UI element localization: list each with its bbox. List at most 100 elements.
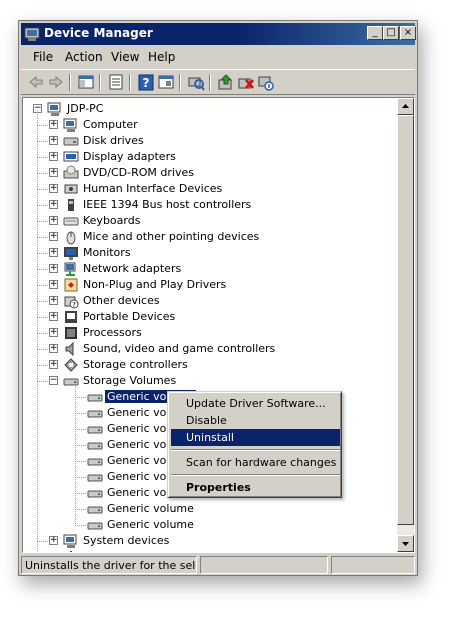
menu-file[interactable]: File: [33, 50, 53, 64]
hid-icon: [63, 181, 79, 197]
tree-connector-line: [37, 301, 49, 302]
tree-category-item[interactable]: + Human Interface Devices: [37, 181, 389, 197]
toolbar-separator: [179, 74, 181, 91]
expand-icon[interactable]: +: [49, 120, 58, 129]
minimize-button[interactable]: _: [367, 26, 383, 40]
update-driver-menu-item[interactable]: Update Driver Software...: [171, 395, 340, 412]
tree-connector-line: [75, 477, 87, 478]
scan-hardware-menu-item[interactable]: Scan for hardware changes: [171, 454, 340, 471]
processor-icon: [63, 325, 79, 341]
tree-category-item[interactable]: + System devices: [37, 533, 389, 549]
tree-connector-line: [37, 205, 49, 206]
tree-connector-line: [75, 397, 87, 398]
status-pane: [331, 556, 415, 574]
maximize-button[interactable]: □: [383, 26, 399, 40]
tree-category-item[interactable]: + Display adapters: [37, 149, 389, 165]
tree-category-item[interactable]: + Monitors: [37, 245, 389, 261]
generic-volume-item[interactable]: Generic volume: [75, 517, 398, 533]
view-icon[interactable]: [157, 74, 175, 91]
expand-icon[interactable]: +: [49, 264, 58, 273]
tree-item-label: Human Interface Devices: [83, 182, 223, 195]
uninstall-menu-item[interactable]: Uninstall: [171, 429, 340, 446]
expand-icon[interactable]: +: [49, 312, 58, 321]
tree-category-item[interactable]: + Network adapters: [37, 261, 389, 277]
forward-arrow-icon[interactable]: [47, 74, 65, 91]
expand-icon[interactable]: +: [49, 536, 58, 545]
tree-item-label: Monitors: [83, 246, 131, 259]
tree-category-item[interactable]: + Computer: [37, 117, 389, 133]
tree-connector-line: [37, 173, 49, 174]
tree-category-item[interactable]: + DVD/CD-ROM drives: [37, 165, 389, 181]
tree-item-label: Computer: [83, 118, 138, 131]
title-bar[interactable]: Device Manager _ □ ×: [21, 23, 416, 45]
properties-menu-item[interactable]: Properties: [171, 479, 340, 496]
tree-category-item[interactable]: +? Other devices: [37, 293, 389, 309]
non-pnp-driver-icon: [63, 277, 79, 293]
expand-icon[interactable]: +: [49, 344, 58, 353]
expand-icon[interactable]: +: [49, 216, 58, 225]
sound-icon: [63, 341, 79, 357]
tree-connector-line: [75, 429, 87, 430]
expand-icon[interactable]: +: [49, 328, 58, 337]
tree-category-item[interactable]: +Universal Serial Bus controllers: [49, 549, 389, 552]
scan-hardware-changes-icon[interactable]: [187, 74, 205, 91]
tree-category-item[interactable]: + Processors: [37, 325, 389, 341]
keyboard-icon: [63, 213, 79, 229]
tree-category-item[interactable]: + IEEE 1394 Bus host controllers: [37, 197, 389, 213]
tree-item-label: DVD/CD-ROM drives: [83, 166, 194, 179]
expand-icon[interactable]: +: [49, 200, 58, 209]
expand-icon[interactable]: +: [49, 296, 58, 305]
menu-help[interactable]: Help: [148, 50, 175, 64]
expand-icon[interactable]: +: [49, 168, 58, 177]
update-driver-icon[interactable]: [217, 74, 235, 91]
generic-volume-icon: [87, 501, 103, 517]
context-menu: Update Driver Software... Disable Uninst…: [167, 391, 342, 498]
tree-category-item[interactable]: + Portable Devices: [37, 309, 389, 325]
scroll-up-button[interactable]: [397, 98, 414, 115]
vertical-scrollbar[interactable]: [397, 98, 414, 552]
tree-connector-line: [75, 493, 87, 494]
tree-item-label: Processors: [83, 326, 142, 339]
tree-connector-line: [37, 189, 49, 190]
tree-category-item[interactable]: + Mice and other pointing devices: [37, 229, 389, 245]
uninstall-icon[interactable]: [237, 74, 255, 91]
status-text: Uninstalls the driver for the selected: [21, 556, 197, 574]
tree-category-item[interactable]: − Storage Volumes: [37, 373, 389, 389]
toolbar-separator: [129, 74, 131, 91]
expand-icon[interactable]: +: [49, 232, 58, 241]
disable-menu-item[interactable]: Disable: [171, 412, 340, 429]
tree-item-label: Portable Devices: [83, 310, 176, 323]
tree-category-item[interactable]: + Sound, video and game controllers: [37, 341, 389, 357]
show-hide-console-tree-icon[interactable]: [77, 74, 95, 91]
close-button[interactable]: ×: [400, 26, 416, 40]
tree-category-item[interactable]: + Storage controllers: [37, 357, 389, 373]
generic-volume-item[interactable]: Generic volume: [75, 501, 398, 517]
tree-connector-line: [75, 509, 87, 510]
menu-view[interactable]: View: [111, 50, 139, 64]
menu-separator: [171, 449, 340, 451]
collapse-icon[interactable]: −: [49, 376, 58, 385]
help-icon[interactable]: ?: [137, 74, 155, 91]
storage-volume-icon: [63, 373, 79, 389]
tree-connector-line: [75, 445, 87, 446]
expand-icon[interactable]: +: [49, 136, 58, 145]
tree-connector-line: [37, 365, 49, 366]
device-manager-icon: [24, 26, 40, 42]
system-devices-icon: [63, 533, 79, 549]
expand-icon[interactable]: +: [49, 248, 58, 257]
tree-category-item[interactable]: + Non-Plug and Play Drivers: [37, 277, 389, 293]
back-arrow-icon[interactable]: [27, 74, 45, 91]
display-adapter-icon: [63, 149, 79, 165]
expand-icon[interactable]: +: [49, 280, 58, 289]
expand-icon[interactable]: +: [49, 360, 58, 369]
scroll-thumb[interactable]: [397, 115, 414, 525]
expand-icon[interactable]: +: [49, 152, 58, 161]
tree-connector-line: [37, 253, 49, 254]
menu-action[interactable]: Action: [65, 50, 103, 64]
disable-icon[interactable]: [257, 74, 275, 91]
tree-category-item[interactable]: + Keyboards: [37, 213, 389, 229]
properties-sheet-icon[interactable]: [107, 74, 125, 91]
tree-category-item[interactable]: + Disk drives: [37, 133, 389, 149]
expand-icon[interactable]: +: [49, 184, 58, 193]
scroll-down-button[interactable]: [397, 535, 414, 552]
